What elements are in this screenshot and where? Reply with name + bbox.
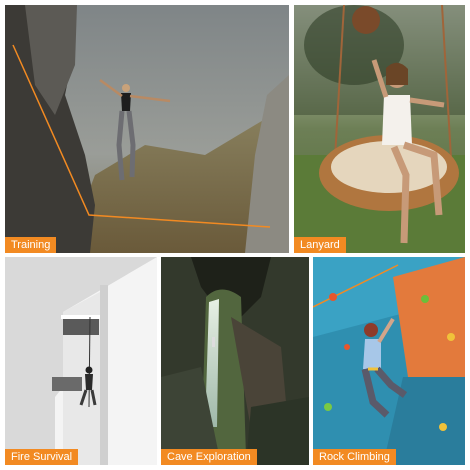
slackline-canyon-photo — [5, 5, 289, 253]
climbing-wall-photo — [313, 257, 465, 465]
hanging-chair-photo — [294, 5, 465, 253]
lanyard-label: Lanyard — [294, 237, 346, 253]
lanyard-panel: Lanyard — [294, 5, 465, 253]
cave-exploration-label: Cave Exploration — [161, 449, 257, 465]
training-panel: Training — [5, 5, 289, 253]
cave-photo — [161, 257, 309, 465]
fire-survival-label: Fire Survival — [5, 449, 79, 465]
rock-climbing-label: Rock Climbing — [313, 449, 396, 465]
training-label: Training — [5, 237, 57, 253]
rock-climbing-panel: Rock Climbing — [313, 257, 465, 465]
fire-survival-panel: Fire Survival — [5, 257, 157, 465]
building-rappel-photo — [5, 257, 157, 465]
cave-exploration-panel: Cave Exploration — [161, 257, 309, 465]
